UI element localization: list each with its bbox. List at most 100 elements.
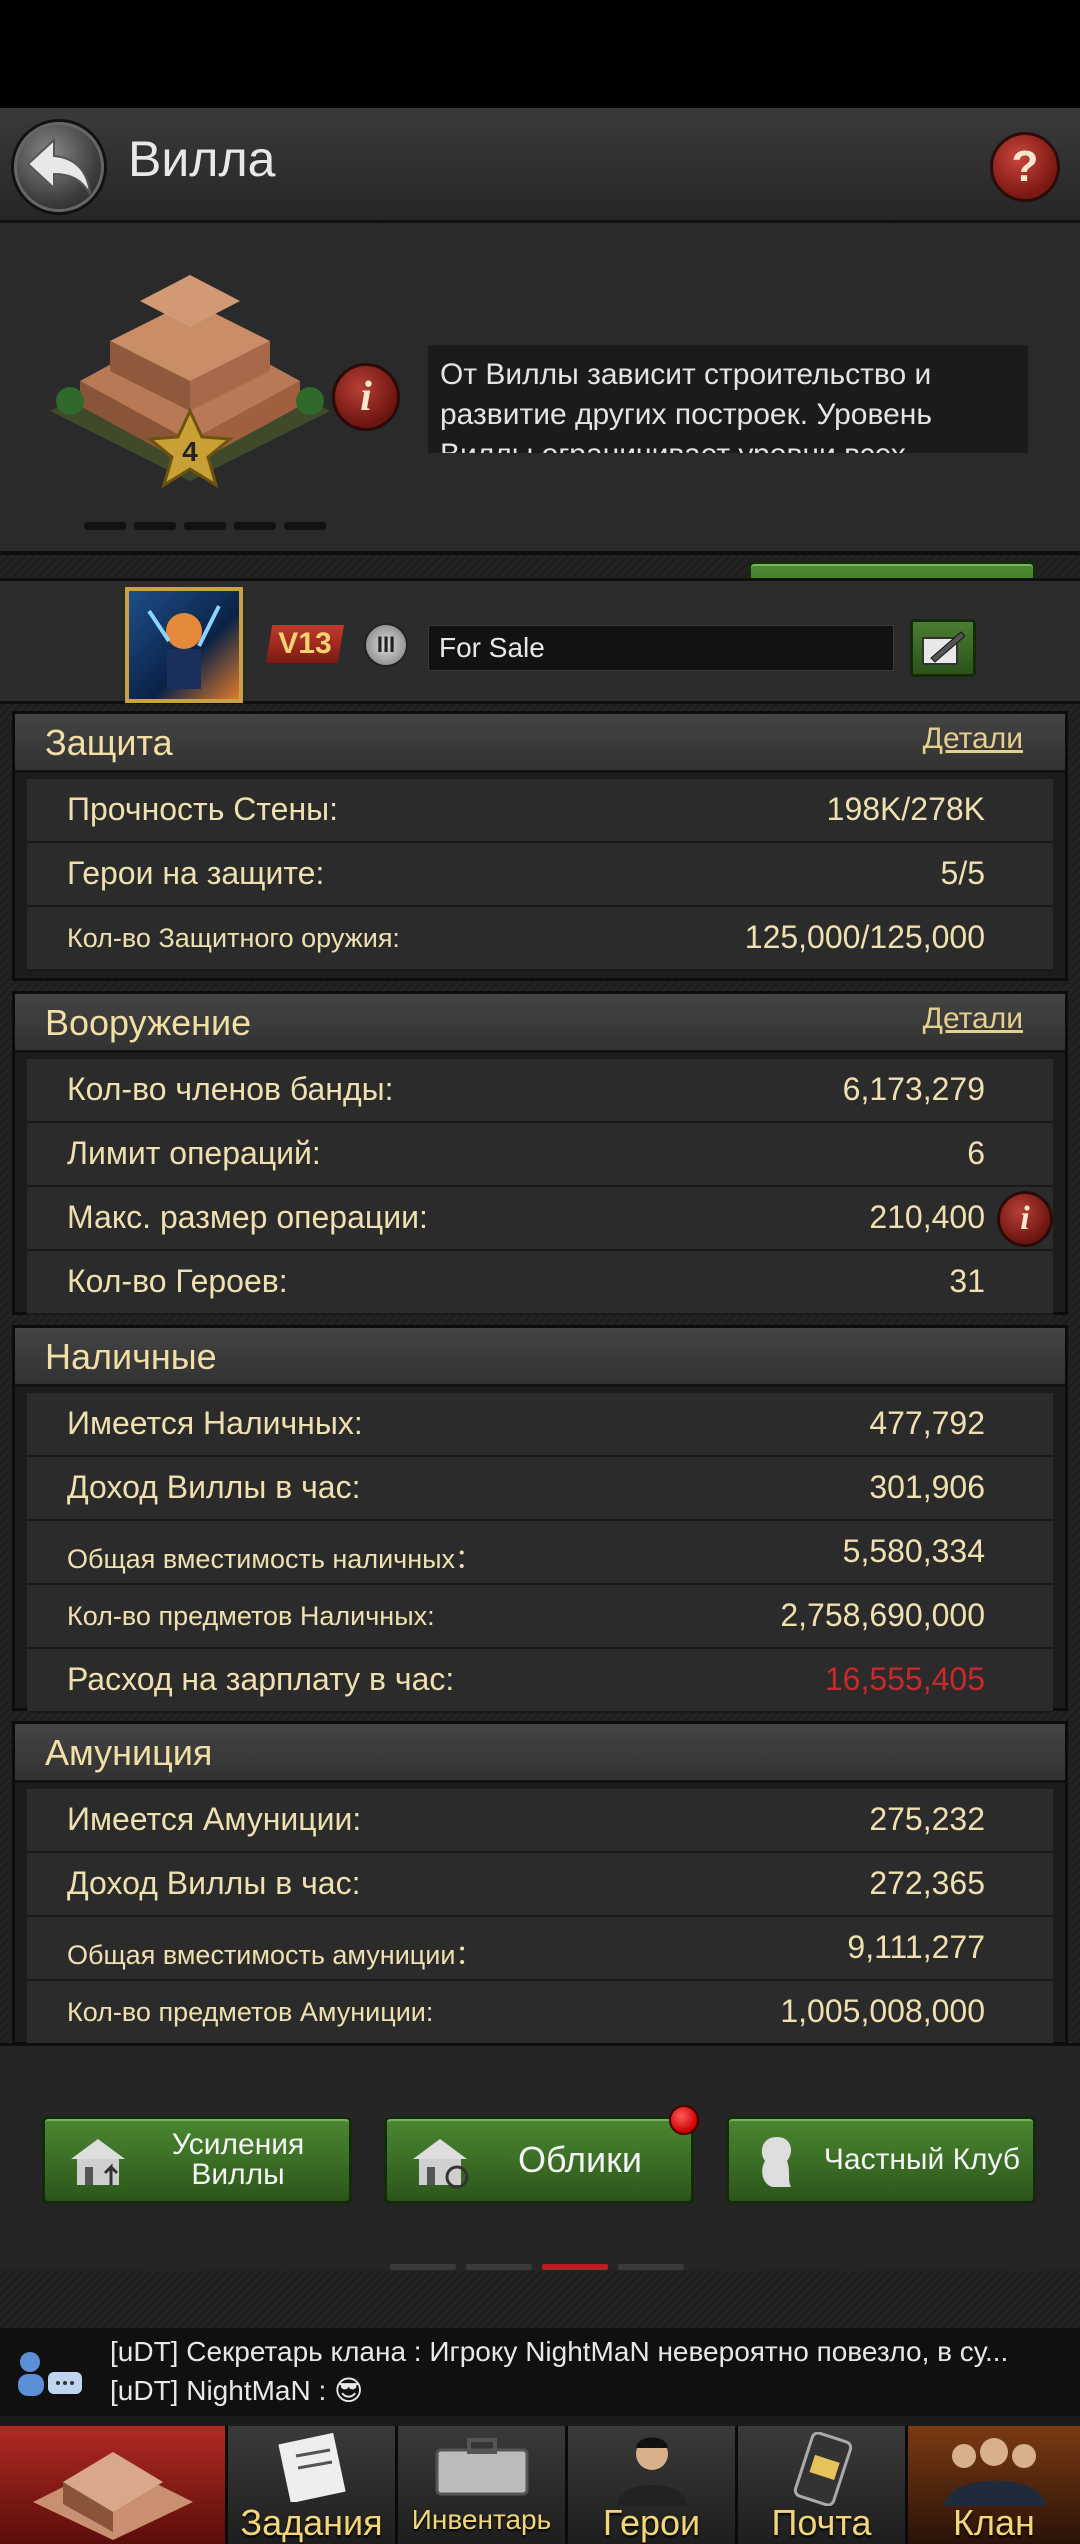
- hero-portrait-icon: [147, 605, 221, 689]
- villa-building-image: 4: [50, 275, 330, 489]
- help-button[interactable]: ?: [990, 132, 1060, 202]
- stat-row: Лимит операций: 6: [27, 1123, 1053, 1187]
- section-header: Амуниция: [15, 1724, 1065, 1783]
- armament-details-link[interactable]: Детали: [923, 1002, 1023, 1036]
- bottom-nav: Задания Инвентарь Герои Почта Клан: [0, 2416, 1080, 2544]
- stat-label: Кол-во Защитного оружия:: [67, 923, 400, 953]
- nav-mail[interactable]: Почта: [738, 2426, 908, 2544]
- nav-tasks[interactable]: Задания: [228, 2426, 398, 2544]
- chat-ticker[interactable]: [uDT] Секретарь клана : Игроку NightMaN …: [0, 2328, 1080, 2416]
- action-bar: Усиления Виллы Облики Частный Клуб: [0, 2043, 1080, 2271]
- lady-silhouette-icon: [761, 2137, 792, 2187]
- stat-label: Доход Виллы в час:: [67, 1469, 361, 1505]
- stat-label: Кол-во предметов Амуниции:: [67, 1997, 434, 2027]
- indicator-segment-active: [542, 2264, 608, 2270]
- back-button[interactable]: [14, 122, 104, 212]
- chat-people-icon: [18, 2352, 82, 2396]
- info-icon: i: [360, 374, 372, 420]
- stat-value: 272,365: [869, 1865, 985, 1901]
- villa-status-input[interactable]: For Sale: [428, 625, 894, 671]
- operation-size-info-button[interactable]: i: [997, 1191, 1053, 1247]
- private-club-button[interactable]: Частный Клуб: [726, 2116, 1036, 2204]
- avatar[interactable]: [125, 587, 243, 703]
- section-header: Наличные: [15, 1328, 1065, 1387]
- stat-label: Кол-во предметов Наличных:: [67, 1601, 435, 1631]
- back-arrow-icon: [26, 137, 91, 195]
- page-dot: [234, 522, 276, 530]
- stat-row: Расход на зарплату в час: 16,555,405: [27, 1649, 1053, 1713]
- stat-row: Прочность Стены: 198K/278K: [27, 779, 1053, 843]
- stat-value: 125,000/125,000: [744, 919, 985, 955]
- nav-label: Инвентарь: [411, 2504, 552, 2535]
- section-title: Вооружение: [45, 1002, 252, 1043]
- stat-row: Доход Виллы в час: 301,906: [27, 1457, 1053, 1521]
- button-label: Облики: [518, 2139, 642, 2180]
- stat-label: Герои на защите:: [67, 855, 325, 891]
- stat-label: Общая вместимость наличных：: [67, 1544, 483, 1574]
- defense-section: Защита Детали Прочность Стены: 198K/278K …: [12, 711, 1068, 981]
- stat-label: Лимит операций:: [67, 1135, 321, 1171]
- hero-man-icon: [616, 2437, 687, 2506]
- section-header: Вооружение Детали: [15, 994, 1065, 1053]
- inventory-case-icon: [435, 2438, 528, 2496]
- owner-bar: V13 III For Sale: [0, 578, 1080, 704]
- stat-row: Доход Виллы в час: 272,365: [27, 1853, 1053, 1917]
- stat-label: Доход Виллы в час:: [67, 1865, 361, 1901]
- stat-row: Кол-во членов банды: 6,173,279: [27, 1059, 1053, 1123]
- rank-badge: III: [364, 623, 408, 667]
- page-dot: [84, 522, 126, 530]
- stat-row: Имеется Наличных: 477,792: [27, 1393, 1053, 1457]
- nav-label: Почта: [771, 2502, 872, 2543]
- villa-icon: [32, 2452, 193, 2540]
- defense-details-link[interactable]: Детали: [923, 722, 1023, 756]
- stat-label: Макс. размер операции:: [67, 1199, 428, 1235]
- stat-row: Кол-во предметов Амуниции: 1,005,008,000: [27, 1981, 1053, 2045]
- salary-expense-value: 16,555,405: [824, 1661, 985, 1697]
- stat-row: Кол-во Защитного оружия: 125,000/125,000: [27, 907, 1053, 971]
- header: Вилла ?: [0, 108, 1080, 223]
- indicator-segment: [390, 2264, 456, 2270]
- villa-screen: Вилла ? 4 i От Виллы зависит строительст…: [0, 108, 1080, 2544]
- armament-section: Вооружение Детали Кол-во членов банды: 6,…: [12, 991, 1068, 1315]
- nav-heroes[interactable]: Герои: [568, 2426, 738, 2544]
- stat-value: 1,005,008,000: [780, 1993, 985, 2029]
- nav-label: Клан: [953, 2502, 1035, 2543]
- section-title: Защита: [45, 722, 173, 763]
- button-label: Усиления Виллы: [171, 2128, 305, 2191]
- stat-value: 6: [967, 1135, 985, 1171]
- button-label: Частный Клуб: [823, 2143, 1021, 2176]
- villa-level: 4: [182, 436, 198, 467]
- chat-message: [uDT] NightMaN : 😎: [110, 2375, 364, 2406]
- nav-label: Герои: [602, 2502, 701, 2543]
- stat-row: Герои на защите: 5/5: [27, 843, 1053, 907]
- section-header: Защита Детали: [15, 714, 1065, 773]
- edit-pen-icon: [922, 631, 965, 665]
- villa-panel: 4 i От Виллы зависит строительство и раз…: [0, 223, 1080, 657]
- villa-description: От Виллы зависит строительство и развити…: [428, 345, 1028, 453]
- stat-row: Общая вместимость амуниции： 9,111,277: [27, 1917, 1053, 1981]
- stat-value: 31: [949, 1263, 985, 1299]
- nav-villa[interactable]: [0, 2426, 228, 2544]
- nav-clan[interactable]: Клан: [908, 2426, 1080, 2544]
- stat-value: 2,758,690,000: [780, 1597, 985, 1633]
- villa-boost-icon: [71, 2139, 125, 2185]
- info-button[interactable]: i: [332, 363, 400, 431]
- stat-value: 477,792: [869, 1405, 985, 1441]
- stat-value: 275,232: [869, 1801, 985, 1837]
- page-title: Вилла: [128, 131, 276, 187]
- clan-gang-icon: [944, 2438, 1046, 2506]
- edit-status-button[interactable]: [910, 619, 976, 677]
- stat-value: 210,400: [869, 1199, 985, 1235]
- stat-value: 6,173,279: [842, 1071, 985, 1107]
- stat-value: 198K/278K: [826, 791, 985, 827]
- skins-button[interactable]: Облики: [384, 2105, 699, 2204]
- stat-row: Кол-во предметов Наличных: 2,758,690,000: [27, 1585, 1053, 1649]
- ammo-section: Амуниция Имеется Амуниции: 275,232 Доход …: [12, 1721, 1068, 2045]
- tasks-clipboard-icon: [277, 2432, 346, 2502]
- nav-inventory[interactable]: Инвентарь: [398, 2426, 568, 2544]
- stat-label: Имеется Амуниции:: [67, 1801, 362, 1837]
- villa-boosts-button[interactable]: Усиления Виллы: [42, 2116, 352, 2204]
- stat-row: Кол-во Героев: 31: [27, 1251, 1053, 1315]
- stat-label: Кол-во Героев:: [67, 1263, 288, 1299]
- chat-message: [uDT] Секретарь клана : Игроку NightMaN …: [110, 2336, 1009, 2367]
